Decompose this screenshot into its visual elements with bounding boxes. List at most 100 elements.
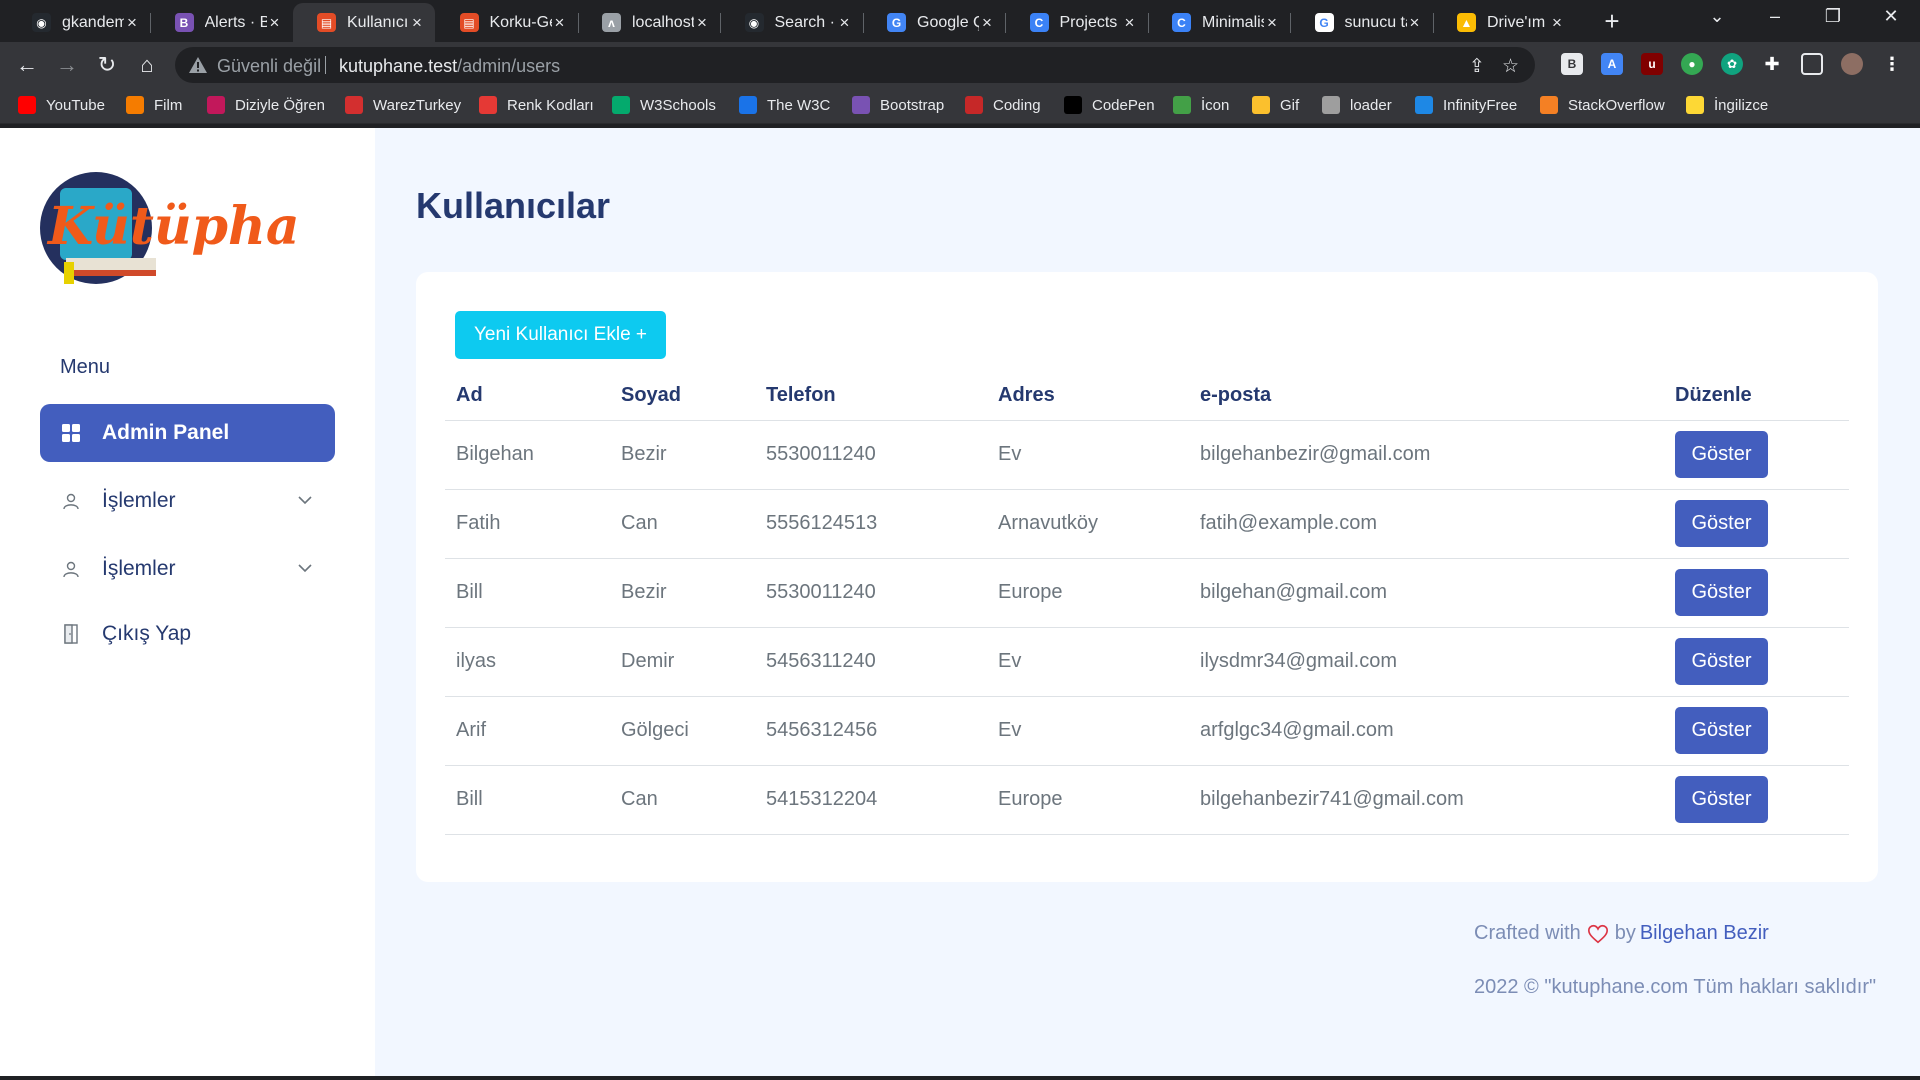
bookmark-item[interactable]: loader [1322,96,1392,114]
address-url[interactable]: kutuphane.test/admin/users [339,56,560,77]
security-status[interactable]: Güvenli değil [217,56,321,77]
show-user-button[interactable]: Göster [1675,569,1768,616]
grid-icon [60,422,82,444]
table-cell: Gölgeci [610,696,755,766]
bookmark-favicon-icon [1415,96,1433,114]
bookmark-item[interactable]: Coding [965,96,1041,114]
tab-title: Projects - [1059,13,1122,31]
close-tab-icon[interactable]: × [1122,13,1138,33]
browser-tab[interactable]: ▤ Korku-Ge × [436,3,578,42]
table-row: Bill Can 5415312204 Europe bilgehanbezir741@… [445,765,1849,835]
browser-tab[interactable]: B Alerts · Bo× [151,3,293,42]
close-tab-icon[interactable]: × [267,13,283,33]
new-tab-button[interactable]: + [1598,8,1626,36]
bookmark-item[interactable]: The W3C [739,96,830,114]
browser-tab[interactable]: C Minimalis × [1148,3,1290,42]
browser-toolbar: ← → ↻ ⌂ Güvenli değil kutuphane.test/adm… [0,42,1920,88]
browser-tab[interactable]: ʌ localhost × [578,3,720,42]
tab-title: Kullanıcıla [347,13,409,31]
chevron-down-icon[interactable] [295,490,315,510]
show-user-button[interactable]: Göster [1675,776,1768,823]
add-user-button[interactable]: Yeni Kullanıcı Ekle + [455,311,666,359]
table-cell: Bezir [610,420,755,490]
show-user-button[interactable]: Göster [1675,707,1768,754]
browser-tab[interactable]: ▤ Kullanıcıla× [293,3,435,42]
bookmark-item[interactable]: W3Schools [612,96,716,114]
extension-b-icon[interactable]: B [1561,53,1583,75]
browser-tab[interactable]: G Google Ç × [863,3,1005,42]
bookmark-item[interactable]: CodePen [1064,96,1155,114]
table-cell: ilysdmr34@gmail.com [1189,627,1664,697]
close-tab-icon[interactable]: × [837,13,853,33]
share-icon[interactable]: ⇪ [1469,55,1485,78]
bookmark-label: StackOverflow [1568,96,1665,114]
browser-tab[interactable]: C Projects - × [1006,3,1148,42]
canva-icon: C [1029,13,1049,32]
bookmark-label: loader [1350,96,1392,114]
bookmark-item[interactable]: Renk Kodları [479,96,594,114]
footer-by-text: by [1614,922,1636,944]
address-bar[interactable]: Güvenli değil kutuphane.test/admin/users… [175,47,1535,83]
chevron-down-icon[interactable] [295,558,315,578]
site-logo[interactable]: Kütüphane [38,166,298,296]
table-cell: Fatih [445,489,610,559]
bookmark-item[interactable]: Diziyle Öğren [207,96,325,114]
avatar[interactable] [1841,53,1863,75]
bookmark-item[interactable]: InfinityFree [1415,96,1517,114]
bookmark-favicon-icon [18,96,36,114]
home-icon[interactable]: ⌂ [133,51,161,79]
translate-extension-icon[interactable]: A [1601,53,1623,75]
close-window-icon[interactable]: ✕ [1868,6,1914,27]
color-extension-icon[interactable]: ● [1681,53,1703,75]
close-tab-icon[interactable]: × [1264,13,1280,33]
browser-tab[interactable]: ◉ Search · f× [721,3,863,42]
bookmark-favicon-icon [345,96,363,114]
sidebar-item-islemler-2[interactable]: İşlemler [40,540,335,598]
forward-icon[interactable]: → [53,51,81,79]
bookmark-item[interactable]: İcon [1173,96,1229,114]
close-tab-icon[interactable]: × [409,13,425,33]
bookmark-item[interactable]: İngilizce [1686,96,1768,114]
bookmark-star-icon[interactable]: ☆ [1502,55,1519,78]
google-icon: G [1314,13,1334,32]
tab-search-icon[interactable]: ⌄ [1694,6,1740,27]
minimize-icon[interactable]: – [1752,6,1798,27]
sidebar-item-logout[interactable]: Çıkış Yap [40,605,335,663]
table-cell-actions: Göster [1664,558,1849,628]
restore-icon[interactable]: ❐ [1810,6,1856,27]
browser-tab[interactable]: Gsunucu ta× [1291,3,1433,42]
back-icon[interactable]: ← [13,51,41,79]
close-tab-icon[interactable]: × [979,13,995,33]
bookmark-item[interactable]: Film [126,96,182,114]
browser-tab[interactable]: ▲ Drive'ım × [1433,3,1575,42]
sidebar-item-admin-panel[interactable]: Admin Panel [40,404,335,462]
browser-tab[interactable]: ◉ gkandem × [8,3,150,42]
close-tab-icon[interactable]: × [694,13,710,33]
bookmark-item[interactable]: StackOverflow [1540,96,1665,114]
close-tab-icon[interactable]: × [124,13,140,33]
close-tab-icon[interactable]: × [1549,13,1565,33]
footer-author-link[interactable]: Bilgehan Bezir [1640,922,1769,945]
ublock-icon[interactable]: u [1641,53,1663,75]
puzzle-icon[interactable]: ✚ [1761,53,1783,75]
show-user-button[interactable]: Göster [1675,638,1768,685]
close-tab-icon[interactable]: × [552,13,568,33]
table-cell-actions: Göster [1664,696,1849,766]
chatgpt-extension-icon[interactable]: ✿ [1721,53,1743,75]
bookmark-item[interactable]: Gif [1252,96,1299,114]
sidebar-item-islemler[interactable]: İşlemler [40,472,335,530]
github-icon: ◉ [32,13,51,32]
bookmark-favicon-icon [1064,96,1082,114]
kebab-menu-icon[interactable]: ⋮ [1881,53,1903,75]
reload-icon[interactable]: ↻ [93,51,121,79]
show-user-button[interactable]: Göster [1675,431,1768,478]
side-panel-icon[interactable] [1801,53,1823,75]
bookmark-item[interactable]: WarezTurkey [345,96,461,114]
google-drive-icon: ▲ [1457,13,1476,32]
bookmark-item[interactable]: YouTube [18,96,105,114]
bookmark-favicon-icon [1540,96,1558,114]
footer-copyright: 2022 © "kutuphane.com Tüm hakları saklıd… [1474,976,1877,998]
bookmark-item[interactable]: Bootstrap [852,96,944,114]
close-tab-icon[interactable]: × [1407,13,1423,33]
show-user-button[interactable]: Göster [1675,500,1768,547]
